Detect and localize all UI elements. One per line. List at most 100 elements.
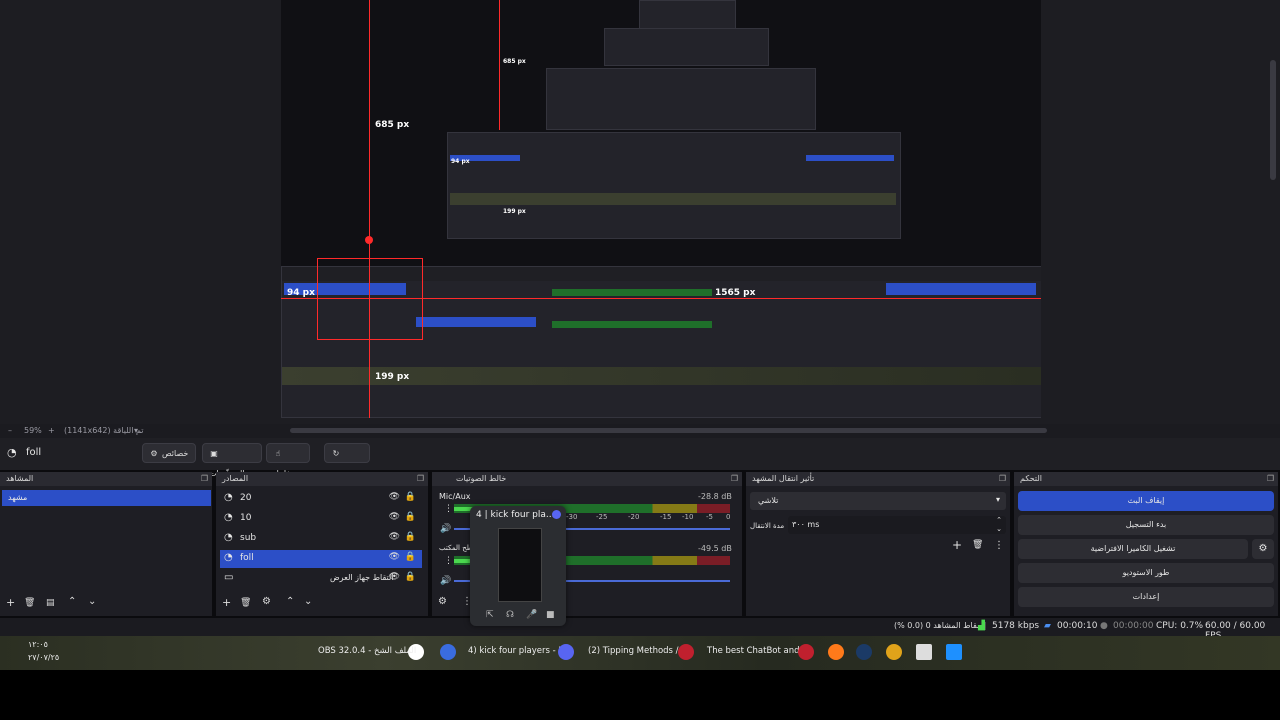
properties-button[interactable]: ⚙ خصائص [142,443,196,463]
eye-icon[interactable]: 👁 [389,572,400,582]
popout-icon[interactable]: ❐ [999,474,1006,483]
source-row-foll[interactable]: ◔ foll 👁 🔒 [220,550,422,568]
duration-value: ٣٠٠ ms [792,520,820,529]
spin-up-icon[interactable]: ⌃ [996,516,1002,524]
zoom-in-button[interactable]: + [48,426,55,435]
headphones-icon[interactable]: ☊ [506,610,514,620]
microphone-icon[interactable]: 🎤 [526,610,537,620]
screen-bottom [0,670,1280,720]
mixer-header: خالط الصوتيات ❐ [432,472,742,486]
task-discord[interactable]: 4) kick four players - Di [468,646,567,656]
gear-icon[interactable]: ⚙ [262,596,271,607]
kebab-icon[interactable]: ⋮ [444,556,453,566]
lock-icon[interactable]: 🔒 [405,492,416,502]
source-row-20[interactable]: ◔ 20 👁 🔒 [220,490,422,508]
scene-filter-icon[interactable]: ▤ [46,598,55,608]
studio-mode-button[interactable]: طور الاستوديو [1018,563,1274,583]
scene-icon: ◔ [7,446,17,459]
trash-icon[interactable]: 🗑 [240,598,251,608]
app-icon[interactable] [798,644,814,660]
duration-spinbox[interactable]: ٣٠٠ ms ⌃ ⌄ [788,516,1006,534]
speaker-icon[interactable]: 🔊 [440,576,451,586]
preview-horizontal-scrollbar[interactable] [290,428,1047,433]
interact-button[interactable]: ☝تفاعل [266,443,310,478]
kebab-icon[interactable]: ⋮ [444,504,453,514]
mixer-channel-db: -49.5 dB [698,544,732,553]
lock-icon[interactable]: 🔒 [405,512,416,522]
steam-icon[interactable] [856,644,872,660]
filters-button[interactable]: ▣المرشّحات [202,443,262,478]
popout-icon[interactable]: ❐ [417,474,424,483]
virtual-camera-button[interactable]: تشغيل الكاميرا الافتراضية [1018,539,1248,559]
source-row-10[interactable]: ◔ 10 👁 🔒 [220,510,422,528]
popup-thumbnail[interactable] [498,528,542,602]
program-canvas[interactable]: 685 px 94 px 1565 px 199 px 685 px 94 px… [281,0,1041,418]
canvas-resolution: (1141x642) تم اللياقة [64,426,144,435]
trash-icon[interactable]: 🗑 [972,540,983,550]
signal-icon: ▟ [978,621,985,631]
browser-icon: ◔ [224,552,233,563]
transition-select[interactable]: تلاشي ▾ [750,492,1006,510]
eye-icon[interactable]: 👁 [389,552,400,562]
preview-vertical-scrollbar[interactable] [1270,60,1276,180]
camera-icon[interactable]: ■ [546,610,555,620]
app-icon[interactable] [440,644,456,660]
move-up-icon[interactable]: ⌃ [68,596,76,607]
taskbar: ١٢:٠٥ ٢٧/٠٧/٢٥ OBS 32.0.4 - الملف الشخ 4… [0,636,1280,670]
lock-icon[interactable]: 🔒 [405,532,416,542]
eye-icon[interactable]: 👁 [389,512,400,522]
nested-preview-3 [546,68,816,130]
scale-tick: -15 [660,513,672,521]
selected-source-bounds[interactable] [317,258,423,340]
add-icon[interactable]: + [222,596,231,609]
add-icon[interactable]: + [952,538,962,552]
scene-item[interactable]: مشهد [2,490,211,506]
firefox-icon[interactable] [828,644,844,660]
screen-share-icon[interactable]: ⇱ [486,610,494,620]
chrome-icon[interactable] [886,644,902,660]
sources-dock: المصادر ❐ ◔ 20 👁 🔒 ◔ 10 👁 🔒 ◔ sub 👁 🔒 ◔ … [216,472,428,616]
move-down-icon[interactable]: ⌄ [88,596,96,607]
gear-icon[interactable]: ⚙ [1252,539,1274,559]
minus-icon[interactable]: – [8,426,12,435]
add-icon[interactable]: + [6,596,15,609]
preview-area[interactable]: 685 px 94 px 1565 px 199 px 685 px 94 px… [0,0,1280,424]
discord-icon[interactable] [558,644,574,660]
start-recording-button[interactable]: بدء التسجيل [1018,515,1274,535]
nested-preview-2 [447,132,901,239]
source-name: 20 [240,493,252,503]
stop-stream-button[interactable]: إيقاف البث [1018,491,1274,511]
rotate-handle[interactable] [365,236,373,244]
spin-down-icon[interactable]: ⌄ [996,525,1002,533]
popout-icon[interactable]: ❐ [1267,474,1274,483]
settings-button[interactable]: إعدادات [1018,587,1274,607]
lock-icon[interactable]: 🔒 [405,572,416,582]
popout-icon[interactable]: ❐ [731,474,738,483]
source-row-sub[interactable]: ◔ sub 👁 🔒 [220,530,422,548]
browser-icon: ◔ [224,532,233,543]
move-down-icon[interactable]: ⌄ [304,596,312,607]
kebab-icon[interactable]: ⋮ [994,540,1004,551]
file-icon[interactable] [916,644,932,660]
speaker-icon[interactable]: 🔊 [440,524,451,534]
lock-icon[interactable]: 🔒 [405,552,416,562]
source-row-display[interactable]: ▭ التقاط جهاز العرض 👁 🔒 [220,570,422,588]
task-tipping[interactable]: (2) Tipping Methods / S [588,646,687,656]
browser-tab-icon[interactable] [678,644,694,660]
popout-icon[interactable]: ❐ [201,474,208,483]
discord-preview-popup[interactable]: 4 | kick four pla... ⇱ ☊ 🎤 ■ [470,506,566,626]
zoom-level[interactable]: 59% [24,426,42,435]
windows-icon[interactable] [946,644,962,660]
task-chatbot[interactable]: The best ChatBot and W [707,646,811,656]
eye-icon[interactable]: 👁 [389,492,400,502]
chevron-down-icon[interactable]: ▾ [134,426,138,435]
mixer-settings-icon[interactable]: ⚙ [438,596,447,607]
trash-icon[interactable]: 🗑 [24,598,35,608]
browser-icon: ◔ [224,512,233,523]
eye-icon[interactable]: 👁 [389,532,400,542]
move-up-icon[interactable]: ⌃ [286,596,294,607]
task-obs[interactable]: OBS 32.0.4 - الملف الشخ [318,646,416,656]
status-bar: إسقاط المشاهد 0 (0.0 %) ▟ 5178 kbps ▰ 00… [0,618,1280,641]
mixer-title: خالط الصوتيات [456,474,507,483]
refresh-button[interactable]: ↻تحديث [324,443,370,478]
